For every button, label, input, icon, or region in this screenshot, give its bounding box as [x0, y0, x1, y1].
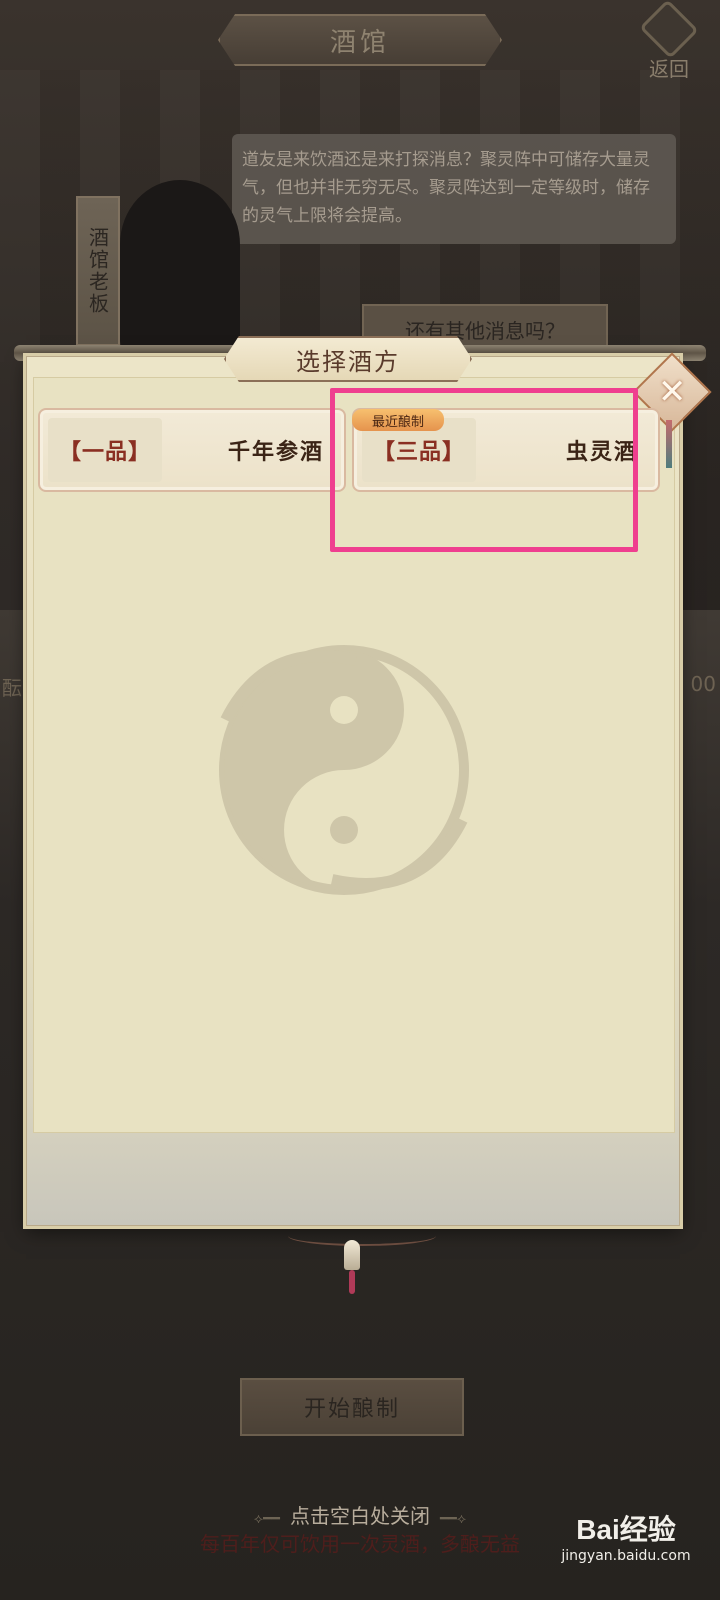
- recipe-grade: 【一品】: [48, 418, 162, 482]
- back-label: 返回: [649, 57, 689, 81]
- close-icon: ✕: [657, 372, 687, 412]
- modal-title: 选择酒方: [296, 347, 400, 376]
- ornament-left-icon: ⟡━━: [253, 1511, 280, 1527]
- page-title-plaque: 酒馆: [218, 14, 502, 66]
- npc-silhouette: [120, 180, 240, 350]
- koi-yin-yang-emblem: [219, 645, 469, 895]
- baidu-watermark: Bai经验 jingyan.baidu.com: [546, 1500, 706, 1572]
- page-title: 酒馆: [329, 27, 390, 58]
- modal-title-plaque: 选择酒方: [224, 336, 472, 382]
- tassel-decoration: [666, 420, 672, 468]
- bell-tassel: [349, 1270, 355, 1294]
- ornament-right-icon: ━━⟡: [440, 1511, 467, 1527]
- back-arrow-icon: [639, 0, 699, 59]
- highlight-annotation-box: [330, 388, 638, 552]
- side-text-right: 00: [690, 672, 716, 696]
- npc-name: 酒馆老板: [85, 227, 110, 315]
- recipe-name: 千年参酒: [227, 440, 324, 465]
- close-hint-text: 点击空白处关闭: [290, 1504, 430, 1528]
- recipe-card-1[interactable]: 【一品】 千年参酒: [38, 408, 346, 492]
- scroll-bottom-ornament: [288, 1226, 436, 1246]
- back-button[interactable]: 返回: [636, 0, 702, 82]
- watermark-url: jingyan.baidu.com: [561, 1548, 691, 1564]
- npc-dialog-text: 道友是来饮酒还是来打探消息？聚灵阵中可储存大量灵气，但也并非无穷无尽。聚灵阵达到…: [242, 150, 650, 226]
- side-text-left: 酝: [2, 676, 22, 700]
- watermark-logo-text: Bai经验: [576, 1514, 676, 1545]
- start-brew-button[interactable]: 开始酿制: [240, 1378, 464, 1436]
- npc-dialog-bubble: 道友是来饮酒还是来打探消息？聚灵阵中可储存大量灵气，但也并非无穷无尽。聚灵阵达到…: [232, 134, 676, 244]
- start-brew-label: 开始酿制: [303, 1397, 400, 1422]
- bell-icon: [344, 1240, 360, 1270]
- npc-name-banner: 酒馆老板: [76, 196, 120, 346]
